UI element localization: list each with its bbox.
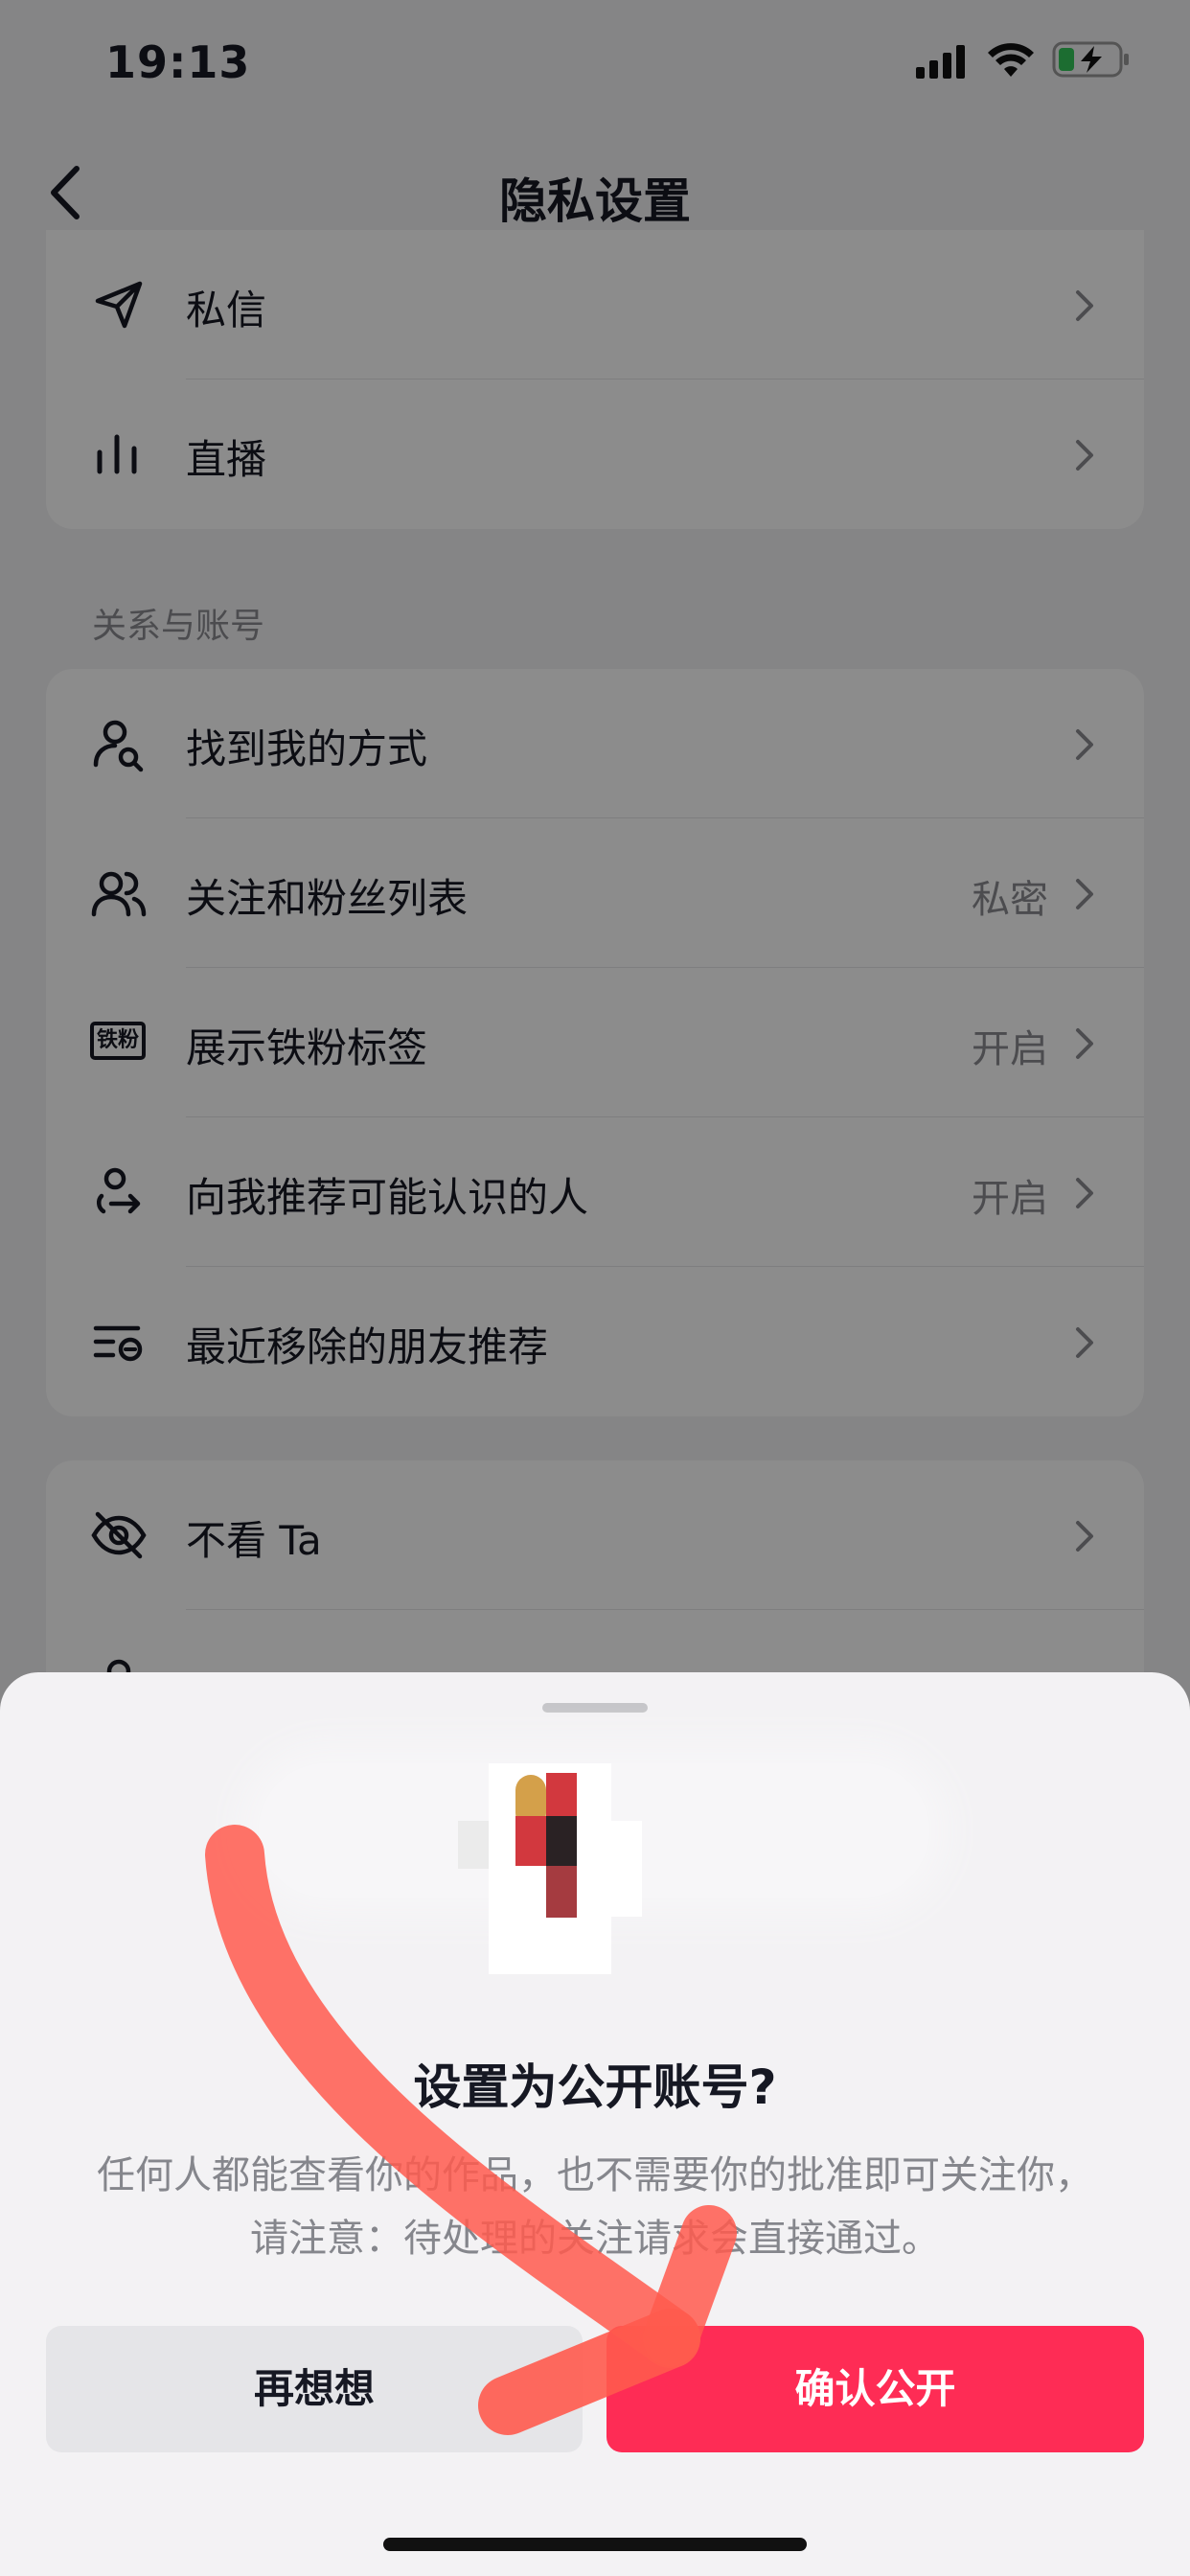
sheet-description: 任何人都能查看你的作品，也不需要你的批准即可关注你，请注意：待处理的关注请求会直… xyxy=(97,2153,1093,2261)
sheet-title: 设置为公开账号? xyxy=(413,2059,777,2115)
sheet-drag-handle[interactable] xyxy=(542,1703,648,1713)
home-indicator xyxy=(383,2538,807,2551)
public-account-confirm-sheet: 设置为公开账号? 任何人都能查看你的作品，也不需要你的批准即可关注你，请注意：待… xyxy=(0,1672,1190,2576)
pixelated-avatar-image xyxy=(458,1763,642,1974)
confirm-public-button[interactable]: 确认公开 xyxy=(606,2326,1144,2452)
privacy-settings-page: 19:13 隐私设置 私信 直播 关系与账号 找到我的方式 关注和粉丝列表 私密… xyxy=(0,0,1190,2576)
reconsider-button[interactable]: 再想想 xyxy=(46,2326,583,2452)
